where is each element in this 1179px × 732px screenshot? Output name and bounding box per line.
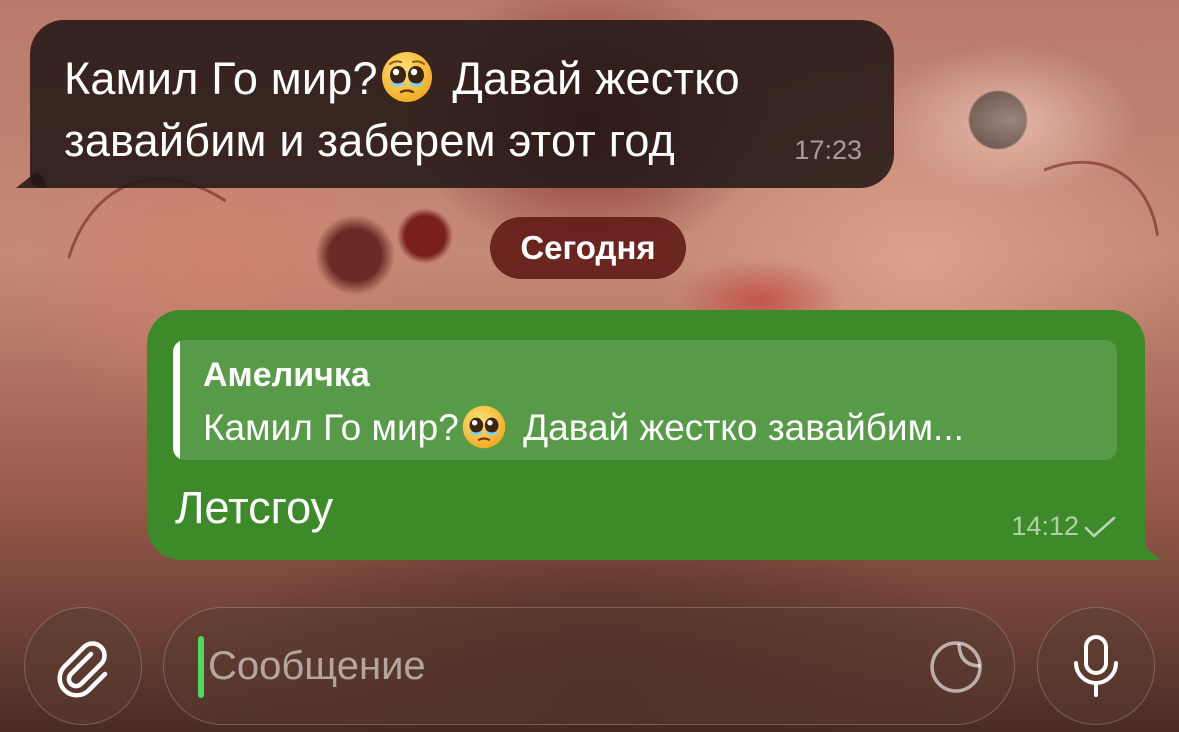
sticker-button[interactable] (926, 637, 986, 697)
pleading-face-emoji-icon (462, 405, 506, 449)
incoming-message-bubble[interactable]: Камил Го мир? Давай жестко завайбим и за… (16, 20, 894, 188)
reply-quote-bar (173, 340, 180, 460)
reply-text: Камил Го мир? Давай жестко завайбим... (203, 404, 964, 450)
paperclip-icon (57, 641, 108, 698)
incoming-message-text: Камил Го мир? Давай жестко завайбим и за… (64, 48, 824, 172)
attach-button[interactable] (24, 607, 142, 725)
checkmark-icon (1084, 516, 1116, 537)
outgoing-message-bubble[interactable]: Амеличка Камил Го мир? Давай жестко зава… (147, 310, 1161, 560)
message-input-container[interactable] (163, 607, 1015, 725)
microphone-button[interactable] (1037, 607, 1155, 725)
message-time: 14:12 (1011, 511, 1079, 541)
message-time: 17:23 (794, 135, 862, 165)
sticker-icon (930, 641, 982, 693)
outgoing-message-text: Летсгоу (175, 482, 334, 533)
text-caret (198, 636, 204, 698)
microphone-icon (1074, 635, 1118, 697)
message-input[interactable] (208, 628, 908, 704)
reply-author: Амеличка (203, 356, 370, 394)
reply-quote[interactable]: Амеличка Камил Го мир? Давай жестко зава… (173, 340, 1117, 460)
message-meta: 14:12 (1011, 511, 1117, 542)
pleading-face-emoji-icon (381, 52, 432, 102)
date-separator: Сегодня (490, 217, 686, 279)
